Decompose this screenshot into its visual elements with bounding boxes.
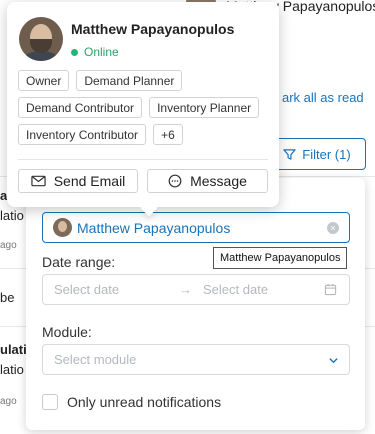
divider [18,159,268,160]
chevron-down-icon [329,358,338,364]
module-label: Module: [42,324,92,340]
module-select-placeholder: Select module [54,352,137,367]
clear-icon[interactable]: × [327,222,339,234]
filter-button-label: Filter (1) [302,146,351,162]
user-name-tooltip: Matthew Papayanopulos [213,247,348,269]
role-tag: Demand Contributor [18,97,143,118]
notification-text: be [0,290,15,305]
user-avatar [19,17,63,61]
unread-only-option[interactable]: Only unread notifications [42,394,221,410]
online-dot-icon [71,48,78,56]
chat-bubble-icon [168,174,182,188]
unread-only-label: Only unread notifications [67,394,222,410]
notification-text: latio [0,362,24,377]
send-email-button[interactable]: Send Email [18,169,138,193]
user-avatar [53,218,72,237]
message-button[interactable]: Message [147,169,268,193]
selected-user-value: Matthew Papayanopulos [77,219,231,236]
date-range-picker[interactable]: Select date → Select date [42,274,350,305]
filter-icon [283,148,296,160]
arrow-right-icon: → [179,282,192,297]
mark-all-read-link[interactable]: ark all as read [282,90,364,105]
user-filter-select[interactable]: Matthew Papayanopulos × [42,212,350,243]
notification-time: ago [0,396,17,407]
user-profile-card: Matthew Papayanopulos Online Owner Deman… [7,2,279,217]
date-range-label: Date range: [42,254,116,270]
role-tags: Owner Demand Planner Demand Contributor … [18,70,268,151]
role-tag: Demand Planner [76,70,183,91]
module-select[interactable]: Select module [42,344,350,375]
presence-status: Online [71,45,119,59]
role-tag: Inventory Contributor [18,124,147,145]
message-label: Message [190,173,247,189]
end-date-input[interactable]: Select date [203,282,268,297]
start-date-input[interactable]: Select date [54,282,119,297]
notification-text: latio [0,208,24,223]
role-tag: Inventory Planner [149,97,260,118]
unread-only-checkbox[interactable] [42,394,58,410]
envelope-icon [31,175,46,187]
notification-time: ago [0,240,17,251]
role-tag: Owner [18,70,70,91]
calendar-icon[interactable] [324,283,337,296]
status-text: Online [84,45,119,59]
filter-panel: Matthew Papayanopulos × Date range: Sele… [26,178,365,430]
profile-name: Matthew Papayanopulos [71,21,235,37]
filter-button[interactable]: Filter (1) [268,138,366,170]
more-roles-tag[interactable]: +6 [153,124,183,145]
send-email-label: Send Email [53,173,126,189]
